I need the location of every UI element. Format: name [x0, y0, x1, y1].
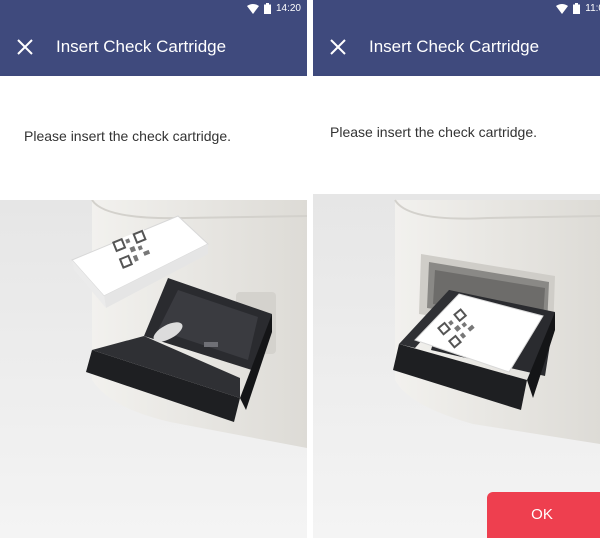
analyzer-with-open-tray [0, 200, 307, 538]
message-card: Please insert the check cartridge. [313, 76, 600, 194]
battery-icon [263, 3, 271, 14]
message-card: Please insert the check cartridge. [0, 76, 307, 200]
instruction-text: Please insert the check cartridge. [24, 128, 231, 144]
app-bar: Insert Check Cartridge [313, 18, 600, 76]
close-icon[interactable] [329, 38, 347, 56]
wifi-icon [556, 3, 569, 14]
cartridge-illustration [313, 194, 600, 538]
close-icon[interactable] [16, 38, 34, 56]
wifi-icon [246, 3, 259, 14]
screen-left: 14:20 Insert Check Cartridge Please inse… [0, 0, 307, 538]
instruction-text: Please insert the check cartridge. [330, 124, 537, 140]
cartridge-illustration [0, 200, 307, 538]
ok-button[interactable]: OK [487, 492, 600, 538]
device-screens: 14:20 Insert Check Cartridge Please inse… [0, 0, 600, 538]
status-bar: 11:0 [313, 0, 600, 18]
status-bar: 14:20 [0, 0, 307, 18]
screen-right: 11:0 Insert Check Cartridge Please inser… [313, 0, 600, 538]
app-bar: Insert Check Cartridge [0, 18, 307, 76]
analyzer-with-loaded-tray [313, 194, 600, 538]
page-title: Insert Check Cartridge [369, 37, 540, 56]
status-time: 11:0 [585, 3, 600, 14]
page-title: Insert Check Cartridge [56, 37, 227, 56]
status-time: 14:20 [275, 3, 301, 14]
battery-icon [573, 3, 581, 14]
